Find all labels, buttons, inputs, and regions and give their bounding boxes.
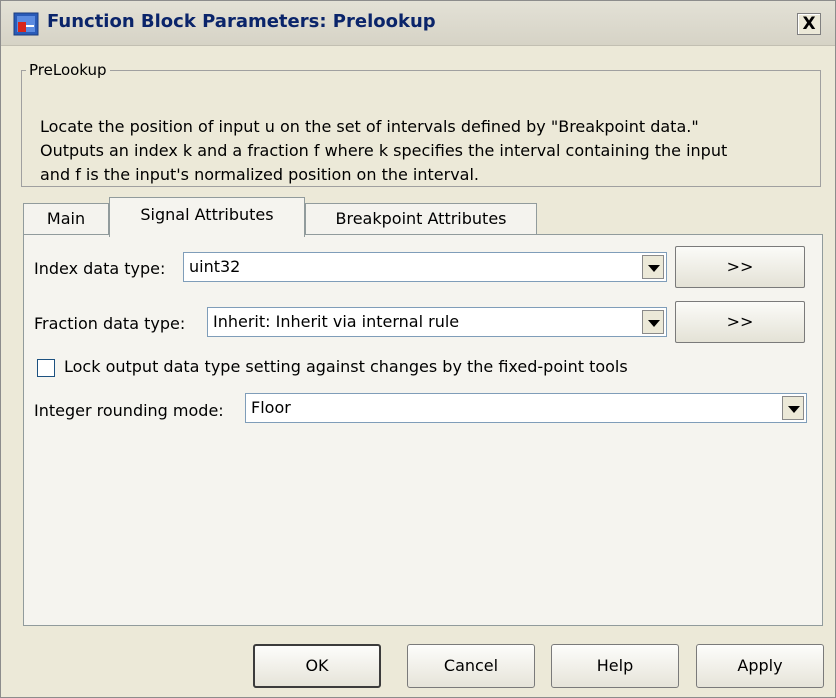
signal-attributes-panel: Index data type: uint32 >> Fraction data… [23,234,823,626]
rounding-mode-value: Floor [251,398,291,417]
description-line: Outputs an index k and a fraction f wher… [40,141,728,160]
group-legend: PreLookup [29,61,107,79]
description-line: and f is the input's normalized position… [40,165,479,184]
index-data-type-assistant-button[interactable]: >> [675,246,805,288]
dropdown-arrow-icon[interactable] [642,310,664,334]
simulink-block-icon [13,12,39,36]
apply-button[interactable]: Apply [696,644,824,688]
rounding-mode-label: Integer rounding mode: [34,401,224,420]
dropdown-arrow-icon[interactable] [642,255,664,279]
fraction-data-type-assistant-button[interactable]: >> [675,301,805,343]
rounding-mode-select[interactable]: Floor [245,393,807,423]
fraction-data-type-label: Fraction data type: [34,314,186,333]
dropdown-arrow-icon[interactable] [782,396,804,420]
lock-data-type-label[interactable]: Lock output data type setting against ch… [64,357,628,376]
close-button[interactable]: X [797,13,821,35]
fraction-data-type-select[interactable]: Inherit: Inherit via internal rule [207,307,667,337]
block-description: Locate the position of input u on the se… [40,115,810,187]
index-data-type-select[interactable]: uint32 [183,252,667,282]
tab-main[interactable]: Main [23,203,109,235]
tab-strip: Main Signal Attributes Breakpoint Attrib… [23,197,823,237]
dialog: Function Block Parameters: Prelookup X P… [0,0,836,698]
tab-signal-attributes[interactable]: Signal Attributes [109,197,305,237]
fraction-data-type-value: Inherit: Inherit via internal rule [213,312,460,331]
help-button[interactable]: Help [551,644,679,688]
title-bar[interactable]: Function Block Parameters: Prelookup X [1,1,835,46]
index-data-type-value: uint32 [189,257,241,276]
ok-button[interactable]: OK [253,644,381,688]
window-title: Function Block Parameters: Prelookup [47,11,436,32]
tab-breakpoint-attributes[interactable]: Breakpoint Attributes [305,203,537,235]
lock-data-type-checkbox[interactable] [37,359,55,377]
cancel-button[interactable]: Cancel [407,644,535,688]
index-data-type-label: Index data type: [34,259,166,278]
description-line: Locate the position of input u on the se… [40,117,699,136]
prelookup-group: PreLookup Locate the position of input u… [21,61,821,187]
